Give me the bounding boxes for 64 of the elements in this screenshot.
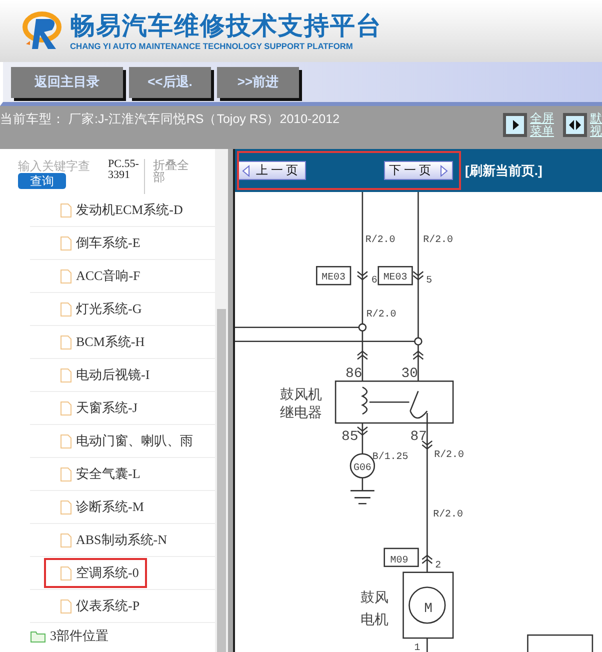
document-icon bbox=[60, 532, 72, 548]
document-icon bbox=[60, 400, 72, 416]
tree-item[interactable]: 仪表系统-P bbox=[46, 593, 146, 619]
diagram-label: 2 bbox=[435, 559, 442, 570]
document-icon bbox=[60, 368, 72, 382]
tree-item[interactable]: 倒车系统-E bbox=[46, 230, 146, 256]
next-page-button[interactable]: 下一页 bbox=[384, 161, 453, 180]
document-icon bbox=[60, 566, 72, 580]
tree-item[interactable]: 3部件位置 bbox=[16, 623, 114, 649]
document-icon bbox=[60, 236, 72, 250]
tree-item[interactable]: 空调系统-0 bbox=[46, 560, 145, 586]
document-icon bbox=[60, 500, 72, 514]
diagram-label: R/2.0 bbox=[365, 234, 396, 245]
diagram-label: 电机 bbox=[360, 613, 388, 630]
diagram-label: 85 bbox=[342, 428, 358, 445]
diagram-label: 鼓风机 bbox=[280, 388, 322, 404]
platform-subtitle: CHANG YI AUTO MAINTENANCE TECHNOLOGY SUPPORT PLATFORM bbox=[70, 41, 354, 51]
document-icon bbox=[60, 334, 72, 350]
diagram-label: ME03 bbox=[383, 272, 408, 283]
document-icon bbox=[60, 268, 72, 284]
tree-item[interactable]: BCM系统-H bbox=[46, 329, 151, 355]
tree-item[interactable]: 灯光系统-G bbox=[46, 296, 148, 322]
diagram-label: 继电器 bbox=[280, 406, 322, 422]
model-code: PC.55-3391 bbox=[108, 159, 145, 194]
diagram-label: G06 bbox=[353, 462, 372, 473]
query-button[interactable]: 查询 bbox=[18, 173, 66, 189]
vehicle-model-text: 当前车型： 厂家:J-江淮汽车同悦RS（Tojoy RS）2010-2012 bbox=[0, 111, 340, 128]
diagram-label: R/2.0 bbox=[423, 234, 453, 245]
document-icon bbox=[60, 598, 72, 614]
diagram-label: M bbox=[424, 601, 433, 618]
tree-item[interactable]: ACC音响-F bbox=[46, 263, 146, 289]
diagram-label: 87 bbox=[410, 428, 427, 445]
diagram-label: R/2.0 bbox=[433, 508, 463, 520]
diagram-label: R/2.0 bbox=[434, 448, 464, 460]
platform-title: 畅易汽车维修技术支持平台 bbox=[70, 11, 382, 41]
diagram-label: R/2.0 bbox=[366, 308, 396, 320]
document-icon bbox=[60, 466, 72, 482]
diagram-label: 86 bbox=[346, 366, 362, 382]
tree-item[interactable]: ABS制动系统-N bbox=[46, 527, 174, 553]
diagram-label: 6 bbox=[371, 274, 378, 286]
diagram-label: 30 bbox=[401, 366, 418, 382]
tree-item[interactable]: 天窗系统-J bbox=[46, 395, 144, 421]
diagram-label: M09 bbox=[390, 554, 408, 566]
document-icon bbox=[60, 302, 72, 316]
right-arrow-icon bbox=[440, 164, 448, 176]
diagram-label: 1 bbox=[414, 642, 420, 652]
refresh-link[interactable]: [刷新当前页.] bbox=[465, 162, 542, 180]
diagram-label: B/1.25 bbox=[372, 450, 408, 462]
document-icon bbox=[60, 434, 72, 448]
diagram-label: 5 bbox=[426, 274, 432, 286]
split-icon bbox=[562, 112, 588, 138]
tree-item[interactable]: 发动机ECM系统-D bbox=[46, 197, 189, 223]
tree-item[interactable]: 电动门窗、喇叭、雨 bbox=[46, 428, 199, 454]
expand-icon bbox=[502, 112, 528, 138]
folder-icon bbox=[30, 630, 46, 642]
diagram-label: 鼓风 bbox=[360, 591, 388, 608]
document-icon bbox=[60, 202, 72, 218]
tree-item[interactable]: 电动后视镜-I bbox=[46, 362, 156, 388]
diagram-label: ME03 bbox=[322, 272, 346, 283]
left-arrow-icon bbox=[242, 164, 250, 176]
tree-item[interactable]: 诊断系统-M bbox=[46, 494, 150, 520]
scrollbar[interactable] bbox=[215, 149, 228, 652]
prev-page-button[interactable]: 上一页 bbox=[237, 161, 306, 180]
tree-item[interactable]: 安全气囊-L bbox=[46, 461, 146, 487]
